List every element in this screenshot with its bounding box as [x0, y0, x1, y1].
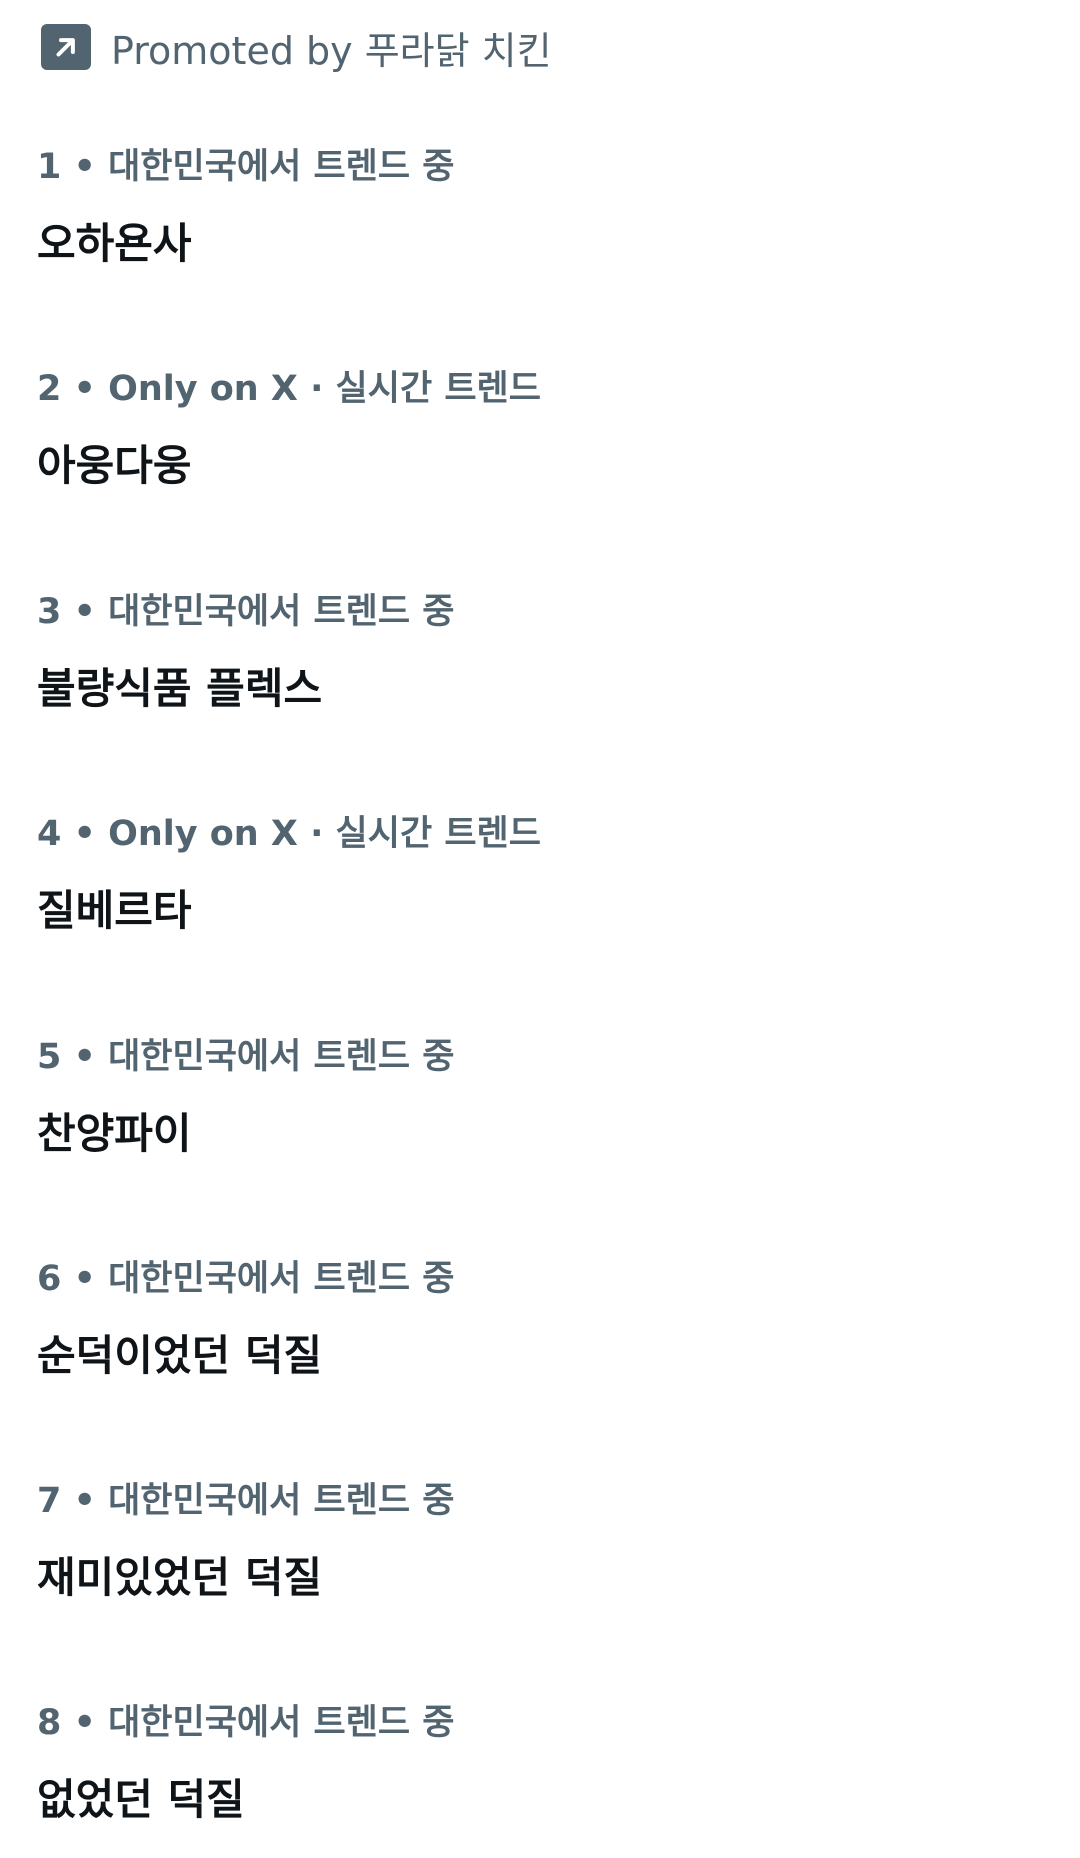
trend-item[interactable]: 8 • 대한민국에서 트렌드 중 없었던 덕질	[37, 1700, 1037, 1850]
trend-item[interactable]: 1 • 대한민국에서 트렌드 중 오하욘사	[37, 144, 1037, 344]
trend-title: 없었던 덕질	[37, 1775, 245, 1824]
trend-item[interactable]: 7 • 대한민국에서 트렌드 중 재미있었던 덕질	[37, 1478, 1037, 1678]
trend-title: 순덕이었던 덕질	[37, 1331, 323, 1380]
trend-meta: 2 • Only on X · 실시간 트렌드	[37, 369, 541, 409]
promoted-label[interactable]: Promoted by 푸라닭 치킨	[41, 22, 552, 73]
trend-meta: 7 • 대한민국에서 트렌드 중	[37, 1481, 455, 1521]
trend-title: 질베르타	[37, 886, 192, 935]
trend-item[interactable]: 2 • Only on X · 실시간 트렌드 아웅다웅	[37, 366, 1037, 566]
trend-meta: 4 • Only on X · 실시간 트렌드	[37, 814, 541, 854]
trend-meta: 1 • 대한민국에서 트렌드 중	[37, 147, 455, 187]
trend-title: 불량식품 플렉스	[37, 664, 323, 713]
promoted-text: Promoted by 푸라닭 치킨	[111, 28, 552, 73]
trend-title: 찬양파이	[37, 1109, 192, 1158]
trend-title: 오하욘사	[37, 219, 192, 268]
trend-meta: 3 • 대한민국에서 트렌드 중	[37, 592, 455, 632]
trend-title: 아웅다웅	[37, 441, 192, 490]
trend-item[interactable]: 5 • 대한민국에서 트렌드 중 찬양파이	[37, 1034, 1037, 1234]
trend-meta: 8 • 대한민국에서 트렌드 중	[37, 1703, 455, 1743]
trend-item[interactable]: 6 • 대한민국에서 트렌드 중 순덕이었던 덕질	[37, 1256, 1037, 1456]
trend-meta: 5 • 대한민국에서 트렌드 중	[37, 1037, 455, 1077]
trend-meta: 6 • 대한민국에서 트렌드 중	[37, 1259, 455, 1299]
trend-item[interactable]: 3 • 대한민국에서 트렌드 중 불량식품 플렉스	[37, 589, 1037, 789]
trend-title: 재미있었던 덕질	[37, 1553, 323, 1602]
arrow-up-right-icon	[41, 24, 91, 70]
trend-item[interactable]: 4 • Only on X · 실시간 트렌드 질베르타	[37, 811, 1037, 1011]
